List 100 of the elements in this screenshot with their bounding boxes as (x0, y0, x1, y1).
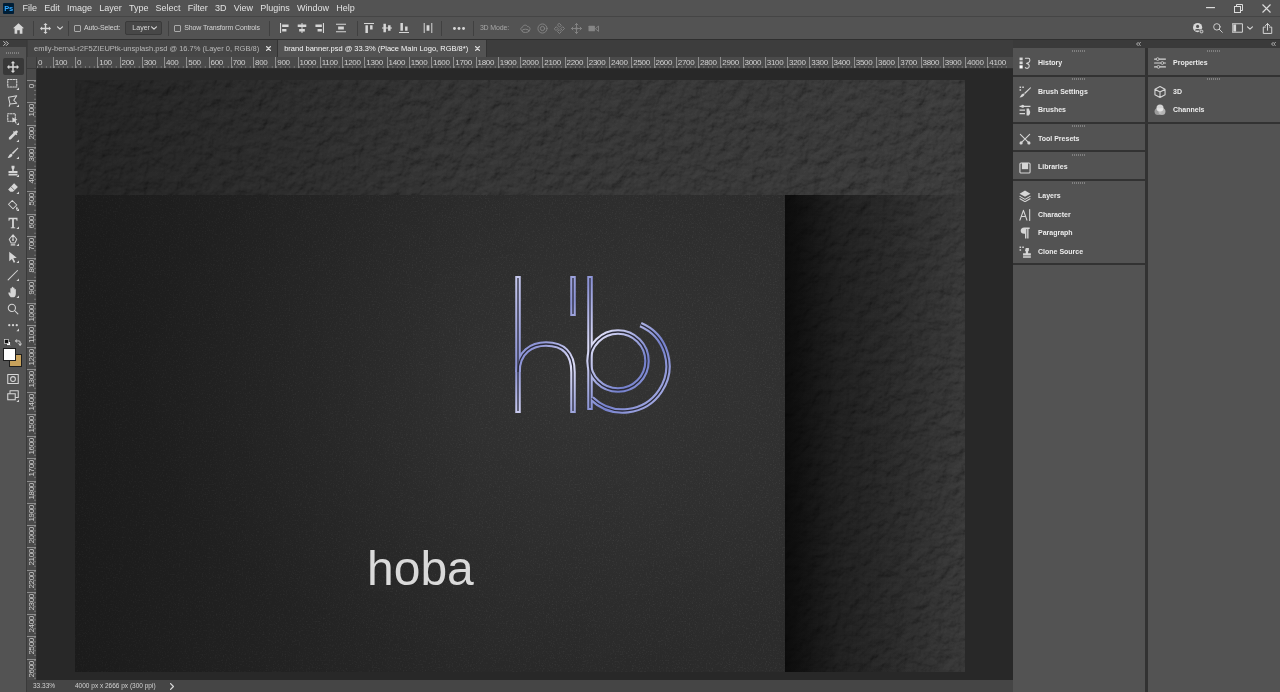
ruler-label: 1300 (27, 371, 36, 388)
default-colors-icon[interactable] (4, 338, 11, 346)
foreground-color-swatch[interactable] (3, 348, 16, 362)
ruler-label: 2000 (521, 58, 539, 67)
distribute-horizontal-icon[interactable] (422, 23, 433, 33)
layers-icon (1019, 190, 1031, 203)
align-left-icon[interactable] (279, 23, 290, 33)
drag-diamonds-icon (554, 22, 566, 34)
grip-handle[interactable] (1207, 78, 1221, 81)
cube-icon (1154, 85, 1166, 98)
caret-icon[interactable] (57, 26, 63, 30)
ruler-label: 1700 (27, 460, 36, 477)
brush-sliders-icon (1019, 104, 1031, 117)
type-icon (7, 216, 19, 229)
circle-in-rectangle-icon (7, 372, 19, 385)
collapse-icon[interactable] (1271, 42, 1276, 46)
ruler-label: 100 (53, 58, 68, 67)
ruler-label: 1600 (27, 438, 36, 455)
workspace-icon[interactable] (1232, 23, 1243, 33)
more-icon[interactable] (452, 26, 465, 30)
grip-handle[interactable] (1072, 182, 1086, 185)
ruler-label: 2000 (27, 527, 36, 544)
four-way-arrow-icon (7, 60, 19, 73)
ruler-label: 200 (120, 58, 134, 67)
align-center-icon[interactable] (296, 23, 307, 33)
ruler-label: 400 (27, 171, 36, 184)
grip-handle[interactable] (1072, 153, 1086, 156)
search-icon[interactable] (1213, 23, 1223, 33)
ruler-label: 2600 (27, 660, 36, 678)
menu-item[interactable]: Help (332, 0, 359, 16)
ruler-label: 3800 (921, 58, 940, 67)
align-right-icon[interactable] (313, 23, 324, 33)
stamp-icon (7, 164, 19, 177)
ruler-label: 1100 (320, 58, 338, 67)
menu-item[interactable]: Plugins (256, 0, 294, 16)
slide-arrows-icon (571, 22, 583, 34)
move-tool[interactable] (2, 58, 24, 76)
menu-item[interactable]: View (230, 0, 257, 16)
menu-item[interactable]: File (19, 0, 41, 16)
ruler-label: 1800 (476, 58, 495, 67)
lasso-icon (7, 95, 19, 108)
ruler-label: 600 (27, 215, 36, 228)
ruler-label: 900 (276, 58, 290, 67)
menu-item[interactable]: Filter (184, 0, 212, 16)
grip-handle[interactable] (6, 51, 20, 54)
ruler-label: 700 (27, 237, 36, 251)
four-way-arrow-icon[interactable] (40, 22, 51, 34)
menu-item[interactable]: Type (125, 0, 152, 16)
close-icon[interactable] (1261, 3, 1271, 13)
ruler-label: 100 (27, 104, 36, 117)
grip-handle[interactable] (1072, 78, 1086, 81)
auto-select-checkbox[interactable] (74, 24, 81, 32)
minimize-icon[interactable] (1205, 7, 1215, 9)
grip-handle[interactable] (1072, 49, 1086, 52)
distribute-vertical-icon[interactable] (335, 23, 346, 33)
menu-item[interactable]: 3D (211, 0, 231, 16)
menu-item[interactable]: Layer (95, 0, 126, 16)
ruler-label: 1600 (432, 58, 450, 67)
home-icon[interactable] (13, 22, 24, 34)
ruler-label: 1400 (387, 58, 406, 67)
ruler-label: 1000 (298, 58, 317, 67)
menu-item[interactable]: Image (63, 0, 96, 16)
ruler-label: 1200 (27, 349, 36, 366)
logo-wordmark: hoba (367, 545, 474, 593)
paint-bucket-icon (7, 199, 19, 212)
ruler-label: 2400 (610, 58, 628, 67)
align-bottom-icon[interactable] (398, 23, 409, 33)
transform-controls-checkbox[interactable] (174, 24, 182, 32)
ruler-label: 2900 (721, 58, 739, 67)
stamp-list-icon (1019, 246, 1031, 259)
brush-list-icon (1019, 85, 1031, 98)
collapse-icon[interactable] (1136, 42, 1141, 46)
ruler-label: 1000 (27, 304, 36, 322)
menu-item[interactable]: Edit (40, 0, 64, 16)
menu-item[interactable]: Select (152, 0, 185, 16)
ruler-label: 1500 (27, 415, 36, 433)
ruler-label: 1900 (27, 504, 36, 522)
roll-icon (537, 22, 549, 34)
ruler-label: 600 (209, 58, 223, 67)
history-icon (1019, 57, 1031, 70)
ruler-label: 2200 (27, 571, 36, 589)
ruler-label: 2800 (699, 58, 717, 67)
grip-handle[interactable] (1207, 49, 1221, 52)
character-icon (1019, 208, 1031, 221)
profile-add-icon[interactable] (1193, 22, 1204, 34)
menu-item[interactable]: Window (293, 0, 333, 16)
caret-icon[interactable] (1247, 26, 1253, 30)
grip-handle[interactable] (1072, 125, 1086, 128)
chevron-right-icon[interactable] (169, 682, 174, 690)
ruler-label: 2500 (632, 58, 650, 67)
close-icon[interactable] (475, 46, 481, 51)
restore-icon[interactable] (1233, 3, 1243, 13)
close-icon[interactable] (266, 46, 272, 51)
ruler-label: 400 (165, 58, 179, 67)
ruler-label: 3200 (788, 58, 806, 67)
align-middle-icon[interactable] (381, 23, 392, 33)
swap-arrow-icon[interactable] (15, 338, 22, 346)
expand-icon[interactable] (3, 41, 9, 46)
share-icon[interactable] (1262, 22, 1273, 34)
align-top-icon[interactable] (363, 23, 374, 33)
